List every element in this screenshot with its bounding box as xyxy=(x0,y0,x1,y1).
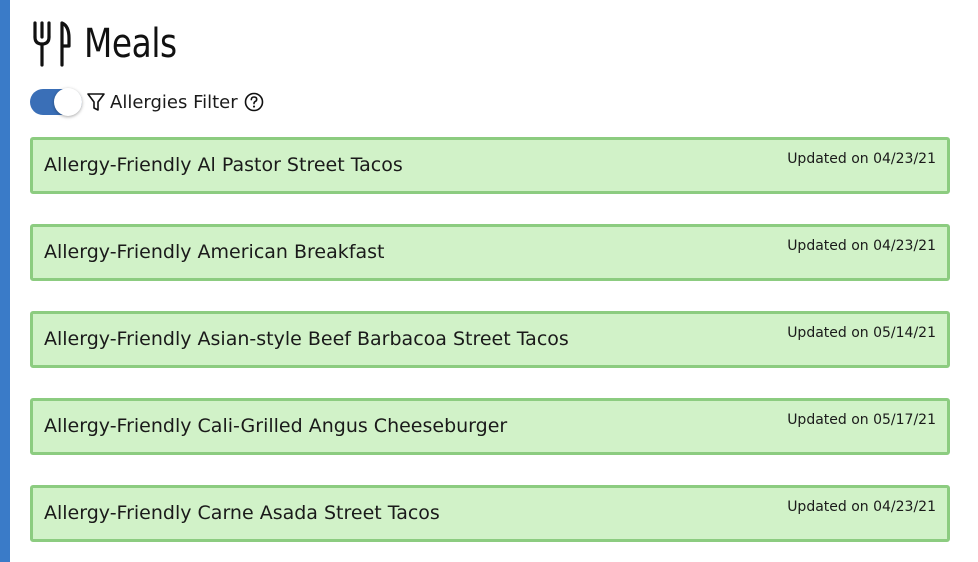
meal-card[interactable]: Allergy-Friendly Al Pastor Street Tacos … xyxy=(30,137,950,194)
utensils-icon xyxy=(33,21,71,67)
meal-list: Allergy-Friendly Al Pastor Street Tacos … xyxy=(30,137,950,562)
meal-name: Allergy-Friendly American Breakfast xyxy=(44,241,385,263)
meal-card[interactable]: Allergy-Friendly Carne Asada Street Taco… xyxy=(30,485,950,542)
filter-icon xyxy=(87,93,105,111)
page-header: Meals xyxy=(32,18,197,70)
meal-updated-date: Updated on 05/14/21 xyxy=(787,325,936,341)
allergies-filter-label: Allergies Filter xyxy=(110,91,238,113)
meal-name: Allergy-Friendly Asian-style Beef Barbac… xyxy=(44,328,569,350)
meal-updated-date: Updated on 05/17/21 xyxy=(787,412,936,428)
meal-name: Allergy-Friendly Carne Asada Street Taco… xyxy=(44,502,440,524)
meal-name: Allergy-Friendly Al Pastor Street Tacos xyxy=(44,154,403,176)
toggle-knob xyxy=(54,88,82,116)
meal-card[interactable]: Allergy-Friendly American Breakfast Upda… xyxy=(30,224,950,281)
meal-updated-date: Updated on 04/23/21 xyxy=(787,151,936,167)
meal-name: Allergy-Friendly Cali-Grilled Angus Chee… xyxy=(44,415,508,437)
page-title: Meals xyxy=(84,21,177,67)
allergies-filter-toggle[interactable] xyxy=(30,88,82,116)
question-circle-icon[interactable] xyxy=(244,92,264,112)
meal-updated-date: Updated on 04/23/21 xyxy=(787,238,936,254)
main-panel: Meals Allergies Filter Allergy-Friendly … xyxy=(10,0,978,562)
meal-updated-date: Updated on 04/23/21 xyxy=(787,499,936,515)
meal-card[interactable]: Allergy-Friendly Asian-style Beef Barbac… xyxy=(30,311,950,368)
meal-card[interactable]: Allergy-Friendly Cali-Grilled Angus Chee… xyxy=(30,398,950,455)
allergies-filter-row: Allergies Filter xyxy=(30,86,264,118)
